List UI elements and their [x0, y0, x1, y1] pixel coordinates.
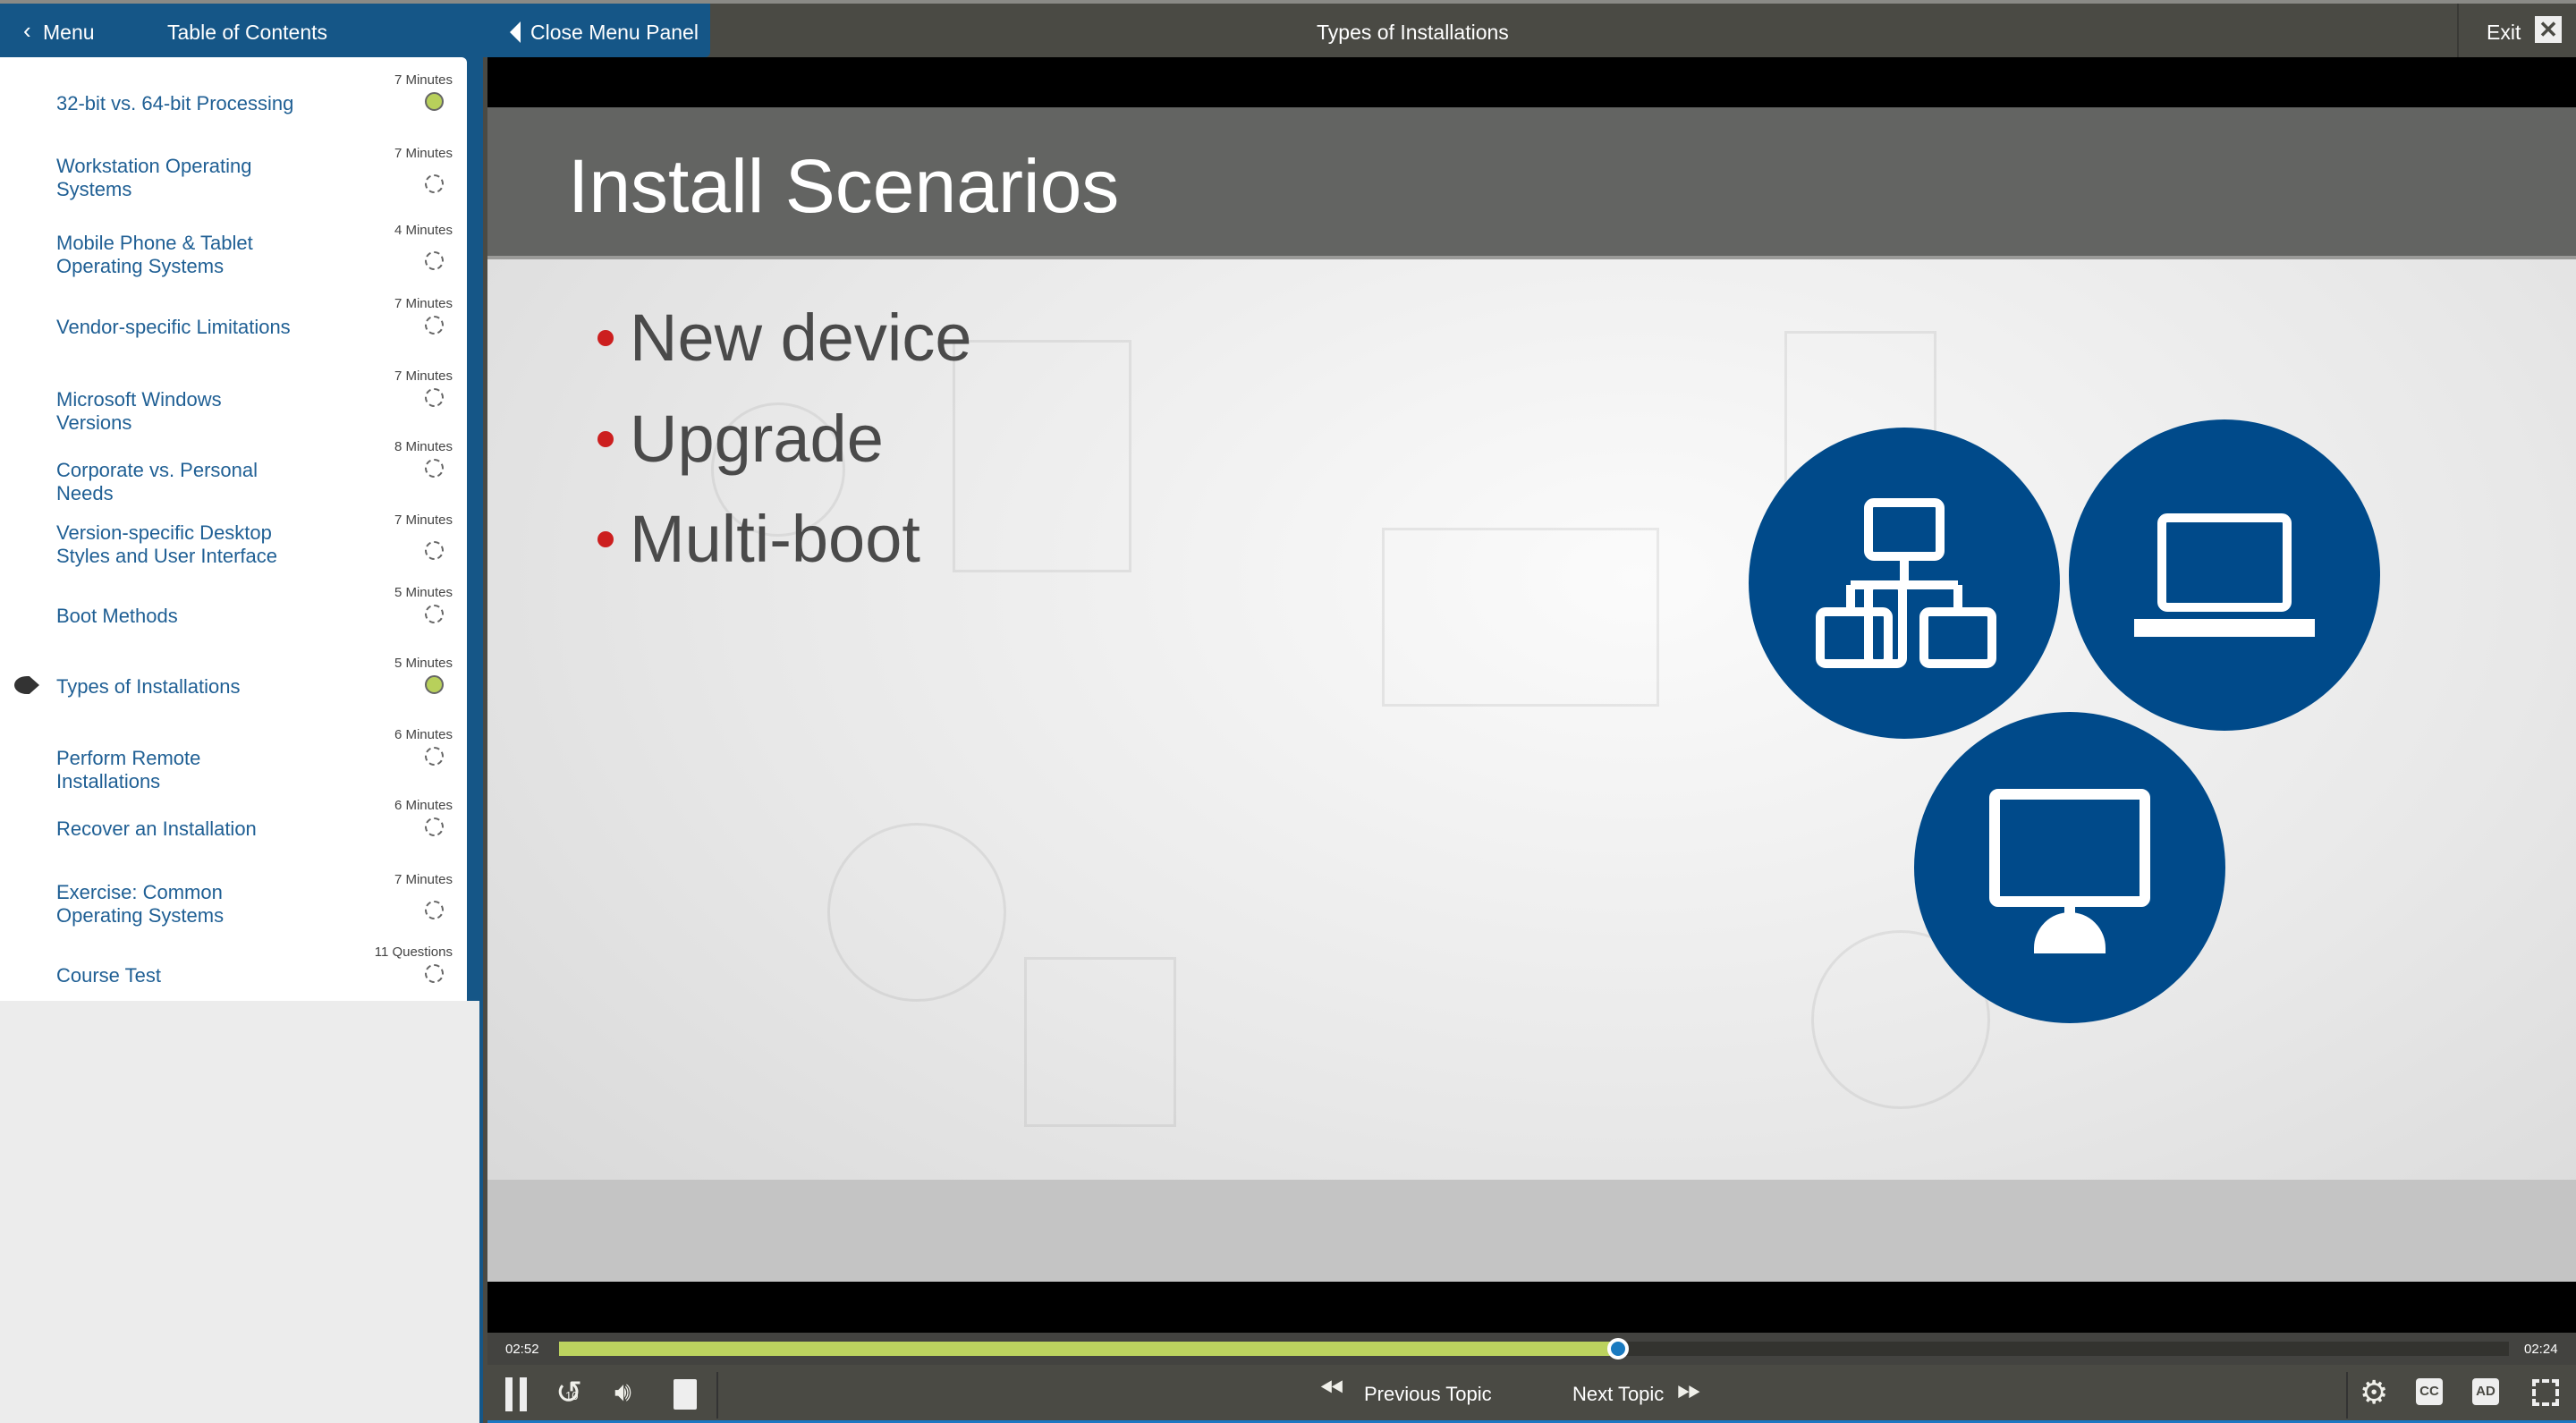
player-controls: ↺ 10 🔊︎ ⏪︎ Previous Topic Next Topic ⏩︎ ⚙… — [487, 1365, 2576, 1423]
close-icon[interactable]: ✕ — [2535, 16, 2562, 43]
pause-icon[interactable] — [505, 1377, 513, 1411]
progress-fill — [559, 1342, 1618, 1356]
slide-title: Install Scenarios — [568, 144, 1120, 228]
incomplete-status-icon — [425, 388, 444, 407]
slide-footer-band — [487, 1180, 2576, 1282]
laptop-icon — [2069, 419, 2380, 731]
toc-item-duration: 7 Minutes — [394, 72, 453, 88]
current-topic-marker-icon — [14, 676, 39, 694]
divider — [2346, 1372, 2348, 1419]
complete-status-icon — [425, 675, 444, 694]
toc-item-duration: 7 Minutes — [394, 146, 453, 161]
toc-item-duration: 7 Minutes — [394, 368, 453, 384]
progress-thumb[interactable] — [1606, 1338, 1629, 1359]
toc-item-duration: 5 Minutes — [394, 585, 453, 600]
incomplete-status-icon — [425, 541, 444, 560]
toc-item-title[interactable]: Recover an Installation — [56, 817, 298, 841]
toc-item-duration: 7 Minutes — [394, 872, 453, 887]
slide: Install Scenarios New device Upgrade Mul… — [487, 107, 2576, 1282]
fullscreen-icon[interactable] — [2532, 1379, 2559, 1406]
toc-item-duration: 5 Minutes — [394, 656, 453, 671]
incomplete-status-icon — [425, 316, 444, 335]
toc-item-duration: 7 Minutes — [394, 296, 453, 311]
toc-item-title[interactable]: Exercise: Common Operating Systems — [56, 881, 298, 927]
toc-item-duration: 11 Questions — [374, 944, 453, 960]
transcript-icon[interactable] — [674, 1379, 697, 1410]
bullet-item: Multi-boot — [597, 501, 920, 577]
bullet-item: Upgrade — [597, 401, 884, 477]
closed-captions-button[interactable]: CC — [2416, 1378, 2443, 1405]
incomplete-status-icon — [425, 817, 444, 836]
bullet-item: New device — [597, 300, 972, 376]
next-topic-icon[interactable]: ⏩︎ — [1677, 1372, 1701, 1407]
toc-item-title[interactable]: Microsoft Windows Versions — [56, 388, 298, 435]
toc-item-title[interactable]: Mobile Phone & Tablet Operating Systems — [56, 232, 298, 278]
close-menu-panel-button[interactable]: Close Menu Panel — [530, 21, 699, 45]
exit-button[interactable]: Exit — [2487, 21, 2521, 45]
network-hierarchy-icon — [1749, 428, 2060, 739]
toc-heading: Table of Contents — [167, 21, 328, 44]
incomplete-status-icon — [425, 964, 444, 983]
previous-topic-icon[interactable]: ⏪︎ — [1319, 1372, 1343, 1407]
next-topic-button[interactable]: Next Topic — [1572, 1383, 1664, 1406]
toc-item-duration: 4 Minutes — [394, 223, 453, 238]
remaining-time: 02:24 — [2524, 1342, 2558, 1357]
chevron-left-icon[interactable]: ‹ — [23, 17, 31, 45]
toc-item-title[interactable]: Version-specific Desktop Styles and User… — [56, 521, 298, 568]
replay-10-icon[interactable]: ↺ 10 — [555, 1374, 582, 1411]
previous-topic-button[interactable]: Previous Topic — [1364, 1383, 1492, 1406]
table-of-contents: 32-bit vs. 64-bit Processing 7 Minutes Wor… — [0, 57, 467, 1001]
sidebar-empty-area — [0, 1001, 479, 1423]
toc-item-title[interactable]: Corporate vs. Personal Needs — [56, 459, 298, 505]
incomplete-status-icon — [425, 747, 444, 766]
toc-item-duration: 6 Minutes — [394, 727, 453, 742]
incomplete-status-icon — [425, 174, 444, 193]
desktop-monitor-icon — [1914, 712, 2225, 1023]
menu-button[interactable]: Menu — [43, 21, 95, 45]
divider — [2457, 4, 2459, 57]
divider — [716, 1372, 718, 1419]
incomplete-status-icon — [425, 251, 444, 270]
elapsed-time: 02:52 — [505, 1342, 539, 1357]
incomplete-status-icon — [425, 459, 444, 478]
current-topic-title: Types of Installations — [1317, 21, 1509, 44]
toc-item-title[interactable]: Course Test — [56, 964, 298, 987]
incomplete-status-icon — [425, 901, 444, 919]
menu-header: ‹ Menu Table of Contents Close Menu Pane… — [0, 0, 710, 57]
toc-item-title[interactable]: Perform Remote Installations — [56, 747, 298, 793]
toc-item-title[interactable]: Vendor-specific Limitations — [56, 316, 298, 339]
volume-icon[interactable]: 🔊︎ — [614, 1377, 631, 1408]
caret-left-icon[interactable] — [510, 21, 521, 43]
audio-description-button[interactable]: AD — [2472, 1378, 2499, 1405]
toc-item-duration: 8 Minutes — [394, 439, 453, 454]
toc-item-title[interactable]: Types of Installations — [56, 675, 298, 699]
settings-gear-icon[interactable]: ⚙ — [2360, 1374, 2388, 1411]
toc-item-duration: 7 Minutes — [394, 512, 453, 528]
toc-item-duration: 6 Minutes — [394, 798, 453, 813]
progress-area: 02:52 02:24 — [487, 1333, 2576, 1365]
toc-item-title[interactable]: Workstation Operating Systems — [56, 155, 298, 201]
progress-track[interactable] — [559, 1338, 2509, 1359]
toc-item-title[interactable]: 32-bit vs. 64-bit Processing — [56, 92, 298, 115]
toc-item-title[interactable]: Boot Methods — [56, 605, 298, 628]
complete-status-icon — [425, 92, 444, 111]
incomplete-status-icon — [425, 605, 444, 623]
